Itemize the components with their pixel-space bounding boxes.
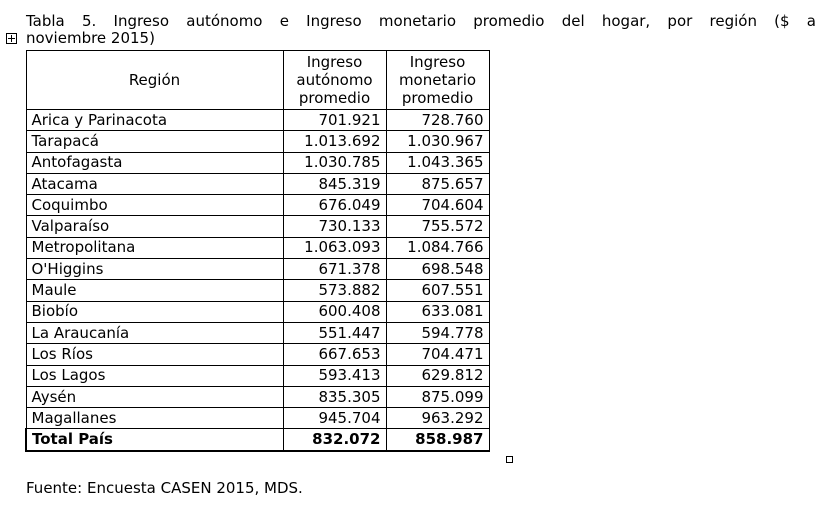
region-cell: La Araucanía [25, 321, 284, 345]
table-row: Arica y Parinacota 701.921 728.760 [25, 108, 490, 132]
region-cell: Antofagasta [25, 151, 284, 174]
monetario-cell: 594.778 [385, 321, 490, 345]
table-move-handle-icon[interactable] [6, 33, 17, 44]
region-cell: Valparaíso [25, 215, 284, 238]
region-cell: Magallanes [25, 407, 284, 430]
autonomo-cell: 1.063.093 [282, 236, 387, 260]
income-table: Región Ingreso autónomo promedio Ingreso… [25, 50, 490, 452]
header-monetario-line-2: monetario [398, 71, 477, 89]
monetario-cell: 1.043.365 [385, 151, 490, 174]
table-row: Los Lagos 593.413 629.812 [25, 364, 490, 387]
table-row: La Araucanía 551.447 594.778 [25, 321, 490, 345]
table-resize-handle-icon[interactable] [506, 456, 513, 463]
autonomo-cell: 1.030.785 [282, 151, 387, 174]
region-cell: Arica y Parinacota [25, 108, 284, 132]
header-autonomo-line-2: autónomo [296, 71, 373, 89]
autonomo-cell: 945.704 [282, 407, 387, 430]
header-monetario-line-1: Ingreso [409, 53, 466, 71]
monetario-cell: 875.657 [385, 172, 490, 196]
header-autonomo-line-1: Ingreso [306, 53, 363, 71]
table-row: O'Higgins 671.378 698.548 [25, 258, 490, 281]
autonomo-cell: 835.305 [282, 385, 387, 409]
monetario-cell: 633.081 [385, 300, 490, 323]
table-row: Coquimbo 676.049 704.604 [25, 194, 490, 217]
region-cell: Atacama [25, 172, 284, 196]
autonomo-cell: 671.378 [282, 258, 387, 281]
table-row: Magallanes 945.704 963.292 [25, 407, 490, 430]
autonomo-cell: 551.447 [282, 321, 387, 345]
table-row: Los Ríos 667.653 704.471 [25, 343, 490, 366]
monetario-cell: 963.292 [385, 407, 490, 430]
monetario-cell: 629.812 [385, 364, 490, 387]
table-row: Maule 573.882 607.551 [25, 279, 490, 302]
table-row: Atacama 845.319 875.657 [25, 172, 490, 196]
table-total-row: Total País 832.072 858.987 [25, 428, 490, 452]
table-row: Valparaíso 730.133 755.572 [25, 215, 490, 238]
monetario-cell: 698.548 [385, 258, 490, 281]
autonomo-cell: 573.882 [282, 279, 387, 302]
region-cell: Aysén [25, 385, 284, 409]
autonomo-cell: 667.653 [282, 343, 387, 366]
monetario-cell: 1.084.766 [385, 236, 490, 260]
table-header-row: Región Ingreso autónomo promedio Ingreso… [25, 50, 490, 110]
autonomo-cell: 593.413 [282, 364, 387, 387]
header-autonomo-line-3: promedio [298, 89, 371, 107]
table-body: Arica y Parinacota 701.921 728.760 Tarapacá… [25, 108, 490, 452]
table-row: Metropolitana 1.063.093 1.084.766 [25, 236, 490, 260]
table-row: Biobío 600.408 633.081 [25, 300, 490, 323]
header-monetario-line-3: promedio [401, 89, 474, 107]
autonomo-cell: 832.072 [282, 428, 387, 452]
autonomo-cell: 845.319 [282, 172, 387, 196]
monetario-cell: 858.987 [385, 428, 490, 452]
table-title-line-2: noviembre 2015) [26, 29, 155, 47]
header-monetario: Ingreso monetario promedio [385, 50, 490, 110]
autonomo-cell: 730.133 [282, 215, 387, 238]
table-row: Antofagasta 1.030.785 1.043.365 [25, 151, 490, 174]
region-cell: Los Lagos [25, 364, 284, 387]
autonomo-cell: 701.921 [282, 108, 387, 132]
monetario-cell: 875.099 [385, 385, 490, 409]
region-cell: Los Ríos [25, 343, 284, 366]
monetario-cell: 728.760 [385, 108, 490, 132]
region-cell: Maule [25, 279, 284, 302]
monetario-cell: 1.030.967 [385, 130, 490, 153]
region-cell: Biobío [25, 300, 284, 323]
region-cell: Total País [25, 428, 284, 452]
table-title-line-1: Tabla 5. Ingreso autónomo e Ingreso mone… [26, 12, 816, 30]
monetario-cell: 704.604 [385, 194, 490, 217]
source-note: Fuente: Encuesta CASEN 2015, MDS. [26, 479, 303, 497]
region-cell: Tarapacá [25, 130, 284, 153]
header-region: Región [25, 50, 284, 110]
monetario-cell: 704.471 [385, 343, 490, 366]
monetario-cell: 607.551 [385, 279, 490, 302]
table-row: Tarapacá 1.013.692 1.030.967 [25, 130, 490, 153]
header-autonomo: Ingreso autónomo promedio [282, 50, 387, 110]
region-cell: Coquimbo [25, 194, 284, 217]
autonomo-cell: 1.013.692 [282, 130, 387, 153]
region-cell: O'Higgins [25, 258, 284, 281]
region-cell: Metropolitana [25, 236, 284, 260]
table-row: Aysén 835.305 875.099 [25, 385, 490, 409]
monetario-cell: 755.572 [385, 215, 490, 238]
autonomo-cell: 676.049 [282, 194, 387, 217]
autonomo-cell: 600.408 [282, 300, 387, 323]
